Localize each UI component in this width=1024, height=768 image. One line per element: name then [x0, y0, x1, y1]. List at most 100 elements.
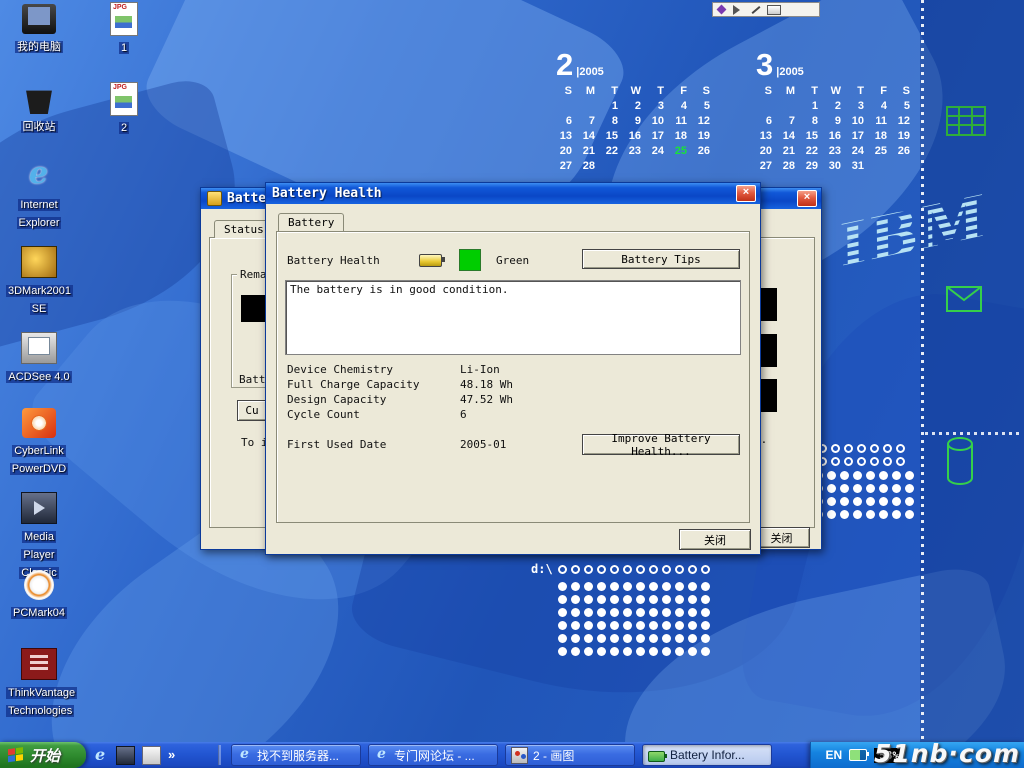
dot-filled [688, 595, 697, 604]
dot-filled [905, 510, 914, 519]
desktop-icon-acdsee[interactable]: ACDSee 4.0 [6, 332, 72, 385]
drive-label: d:\ [531, 562, 553, 576]
calendar-day-header: M [579, 85, 602, 100]
taskbar-task-battery-information[interactable]: Battery Infor... [642, 744, 772, 766]
desktop-icon-thinkvantage[interactable]: ThinkVantage Technologies [6, 648, 72, 719]
language-bar[interactable] [712, 2, 820, 17]
calendar-day: 7 [779, 115, 802, 130]
internet-explorer-icon [22, 162, 56, 192]
tray-battery-icon[interactable] [849, 749, 867, 761]
desktop-icon-mpc[interactable]: Media Player Classic [6, 492, 72, 581]
desktop-icon-internet-explorer[interactable]: Internet Explorer [6, 162, 72, 231]
dot-filled [597, 595, 606, 604]
calendar-day: 30 [825, 160, 848, 175]
grid-icon [946, 106, 988, 138]
close-icon[interactable] [797, 190, 817, 207]
calendar-day: 8 [802, 115, 825, 130]
dot-filled [649, 634, 658, 643]
calendar-day-header: M [779, 85, 802, 100]
calendar-day-header: W [625, 85, 648, 100]
dot-filled [905, 484, 914, 493]
dot-ring [649, 565, 658, 574]
calendar-day: 24 [848, 145, 871, 160]
dot-filled [571, 595, 580, 604]
current-button[interactable]: Cu [237, 400, 267, 421]
wallpaper-calendar-march: 3|2005SMTWTFS123456789101112131415161718… [756, 50, 917, 175]
dot-ring [896, 444, 905, 453]
battery-detail-row: Design Capacity47.52 Wh [287, 392, 727, 407]
calendar-day: 27 [556, 160, 579, 175]
calendar-day: 27 [756, 160, 779, 175]
dot-filled [688, 647, 697, 656]
dot-filled [597, 621, 606, 630]
desktop-icon-pcmark04[interactable]: PCMark04 [6, 570, 72, 621]
close-button[interactable]: 关闭 [753, 527, 810, 548]
desktop-file-jpg-file-2[interactable]: 2 [98, 82, 150, 136]
show-desktop-icon[interactable] [142, 746, 161, 765]
desktop: 2|2005SMTWTFS123456789101112131415161718… [0, 0, 1024, 768]
desktop-icon-label: ThinkVantage Technologies [6, 687, 77, 717]
task-buttons: 找不到服务器... 专门网论坛 - ... 2 - 画图 Battery Infor.… [231, 744, 772, 766]
dot-ring [584, 565, 593, 574]
pen-icon[interactable] [752, 6, 761, 14]
wallpaper-dots-filled-large [556, 580, 712, 658]
desktop-icon-my-computer[interactable]: 我的电脑 [6, 4, 72, 55]
chevron-more-icon[interactable] [168, 747, 175, 764]
dot-ring [870, 444, 879, 453]
close-icon[interactable] [736, 185, 756, 202]
acdsee-icon [21, 332, 57, 364]
windows-flag-icon [8, 746, 25, 763]
calendar-day-header: F [671, 85, 694, 100]
detail-value: Li-Ion [460, 363, 500, 376]
dot-filled [853, 471, 862, 480]
tab-battery[interactable]: Battery [278, 213, 344, 231]
calendar-day [556, 100, 579, 115]
dot-filled [675, 647, 684, 656]
taskbar-task-paint[interactable]: 2 - 画图 [505, 744, 635, 766]
quick-launch-media-icon[interactable] [116, 746, 135, 765]
battery-health-titlebar[interactable]: Battery Health [266, 183, 760, 204]
dot-filled [675, 634, 684, 643]
calendar-day-header: T [802, 85, 825, 100]
recycle-bin-icon [22, 84, 56, 114]
taskbar-task-ie-page-2[interactable]: 专门网论坛 - ... [368, 744, 498, 766]
desktop-icon-label: Internet Explorer [17, 199, 62, 229]
dot-filled [701, 634, 710, 643]
calendar-day: 17 [848, 130, 871, 145]
dot-filled [636, 634, 645, 643]
envelope-icon [946, 286, 984, 314]
language-indicator[interactable]: EN [825, 748, 842, 762]
desktop-icon-powerdvd[interactable]: CyberLink PowerDVD [6, 408, 72, 477]
desktop-file-jpg-file-1[interactable]: 1 [98, 2, 150, 56]
dot-filled [623, 647, 632, 656]
calendar-day [756, 100, 779, 115]
improve-battery-health-button[interactable]: Improve Battery Health... [582, 434, 740, 455]
dot-filled [584, 582, 593, 591]
start-button[interactable]: 开始 [0, 742, 86, 768]
language-bar-diamond-icon[interactable] [717, 5, 727, 15]
calendar-day-header: S [694, 85, 717, 100]
battery-details: Device ChemistryLi-IonFull Charge Capaci… [287, 362, 727, 422]
jpg-file-icon [110, 82, 138, 116]
taskbar-task-ie-page-1[interactable]: 找不到服务器... [231, 744, 361, 766]
battery-tips-button[interactable]: Battery Tips [582, 249, 740, 269]
dot-filled [610, 634, 619, 643]
quick-launch-ie-icon[interactable] [92, 747, 109, 764]
dot-ring [597, 565, 606, 574]
desktop-icon-recycle-bin[interactable]: 回收站 [6, 84, 72, 135]
detail-label: Device Chemistry [287, 363, 460, 376]
close-button[interactable]: 关闭 [679, 529, 751, 550]
dot-filled [584, 595, 593, 604]
calendar-day: 1 [602, 100, 625, 115]
calendar-day [602, 160, 625, 175]
dot-filled [866, 510, 875, 519]
calendar-day: 17 [648, 130, 671, 145]
dot-filled [879, 471, 888, 480]
watermark: 51nb·com [874, 739, 1020, 768]
dot-filled [571, 634, 580, 643]
calendar-day: 20 [756, 145, 779, 160]
desktop-icon-3dmark2001[interactable]: 3DMark2001 SE [6, 246, 72, 317]
keyboard-icon[interactable] [767, 5, 781, 15]
to-increase-text: To i [241, 436, 268, 449]
volume-icon[interactable] [733, 5, 745, 15]
